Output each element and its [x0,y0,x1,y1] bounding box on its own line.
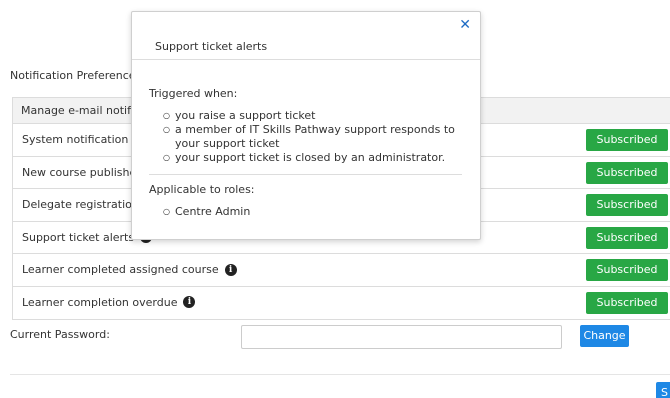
subscribed-button[interactable]: Subscribed [586,161,668,184]
row-label-text: Learner completion overdue [22,295,178,309]
info-icon[interactable]: i [183,296,196,308]
subscribed-button[interactable]: Subscribed [586,291,668,314]
subscribed-button[interactable]: Subscribed [586,194,668,216]
change-button[interactable]: Change [580,325,629,347]
popover-title: Support ticket alerts [155,40,268,53]
subscribed-button[interactable]: Subscribed [586,129,668,151]
popover-header: Support ticket alerts ✕ [132,12,480,60]
current-password-label: Current Password: [10,328,110,341]
list-item: you raise a support ticket [163,109,462,123]
divider [10,374,670,375]
row-label-text: Support ticket alerts [22,230,135,244]
list-item: a member of IT Skills Pathway support re… [163,123,462,151]
popover-body: Triggered when: you raise a support tick… [132,60,480,219]
list-item: your support ticket is closed by an admi… [163,151,462,165]
subscribed-button[interactable]: Subscribed [586,226,668,249]
close-icon[interactable]: ✕ [459,17,471,33]
row-label: Learner completion overdue i [22,295,196,309]
roles-heading: Applicable to roles: [149,183,255,196]
subscribed-button[interactable]: Subscribed [586,259,668,281]
triggered-heading: Triggered when: [149,87,238,100]
popover-divider [149,174,462,175]
row-label-text: Learner completed assigned course [22,263,219,276]
current-password-input[interactable] [241,325,562,349]
support-ticket-alerts-popover: Support ticket alerts ✕ Triggered when: … [131,11,481,240]
list-item: Centre Admin [163,205,462,219]
save-button[interactable]: S [656,382,670,398]
row-label: Learner completed assigned course i [22,263,237,276]
trigger-list: you raise a support ticket a member of I… [149,109,462,165]
info-icon[interactable]: i [224,263,237,276]
section-title: Notification Preferences [10,69,142,82]
table-row: Learner completed assigned course i Subsc… [13,254,670,287]
roles-list: Centre Admin [149,205,462,219]
table-row: Learner completion overdue i Subscribed [13,287,670,320]
